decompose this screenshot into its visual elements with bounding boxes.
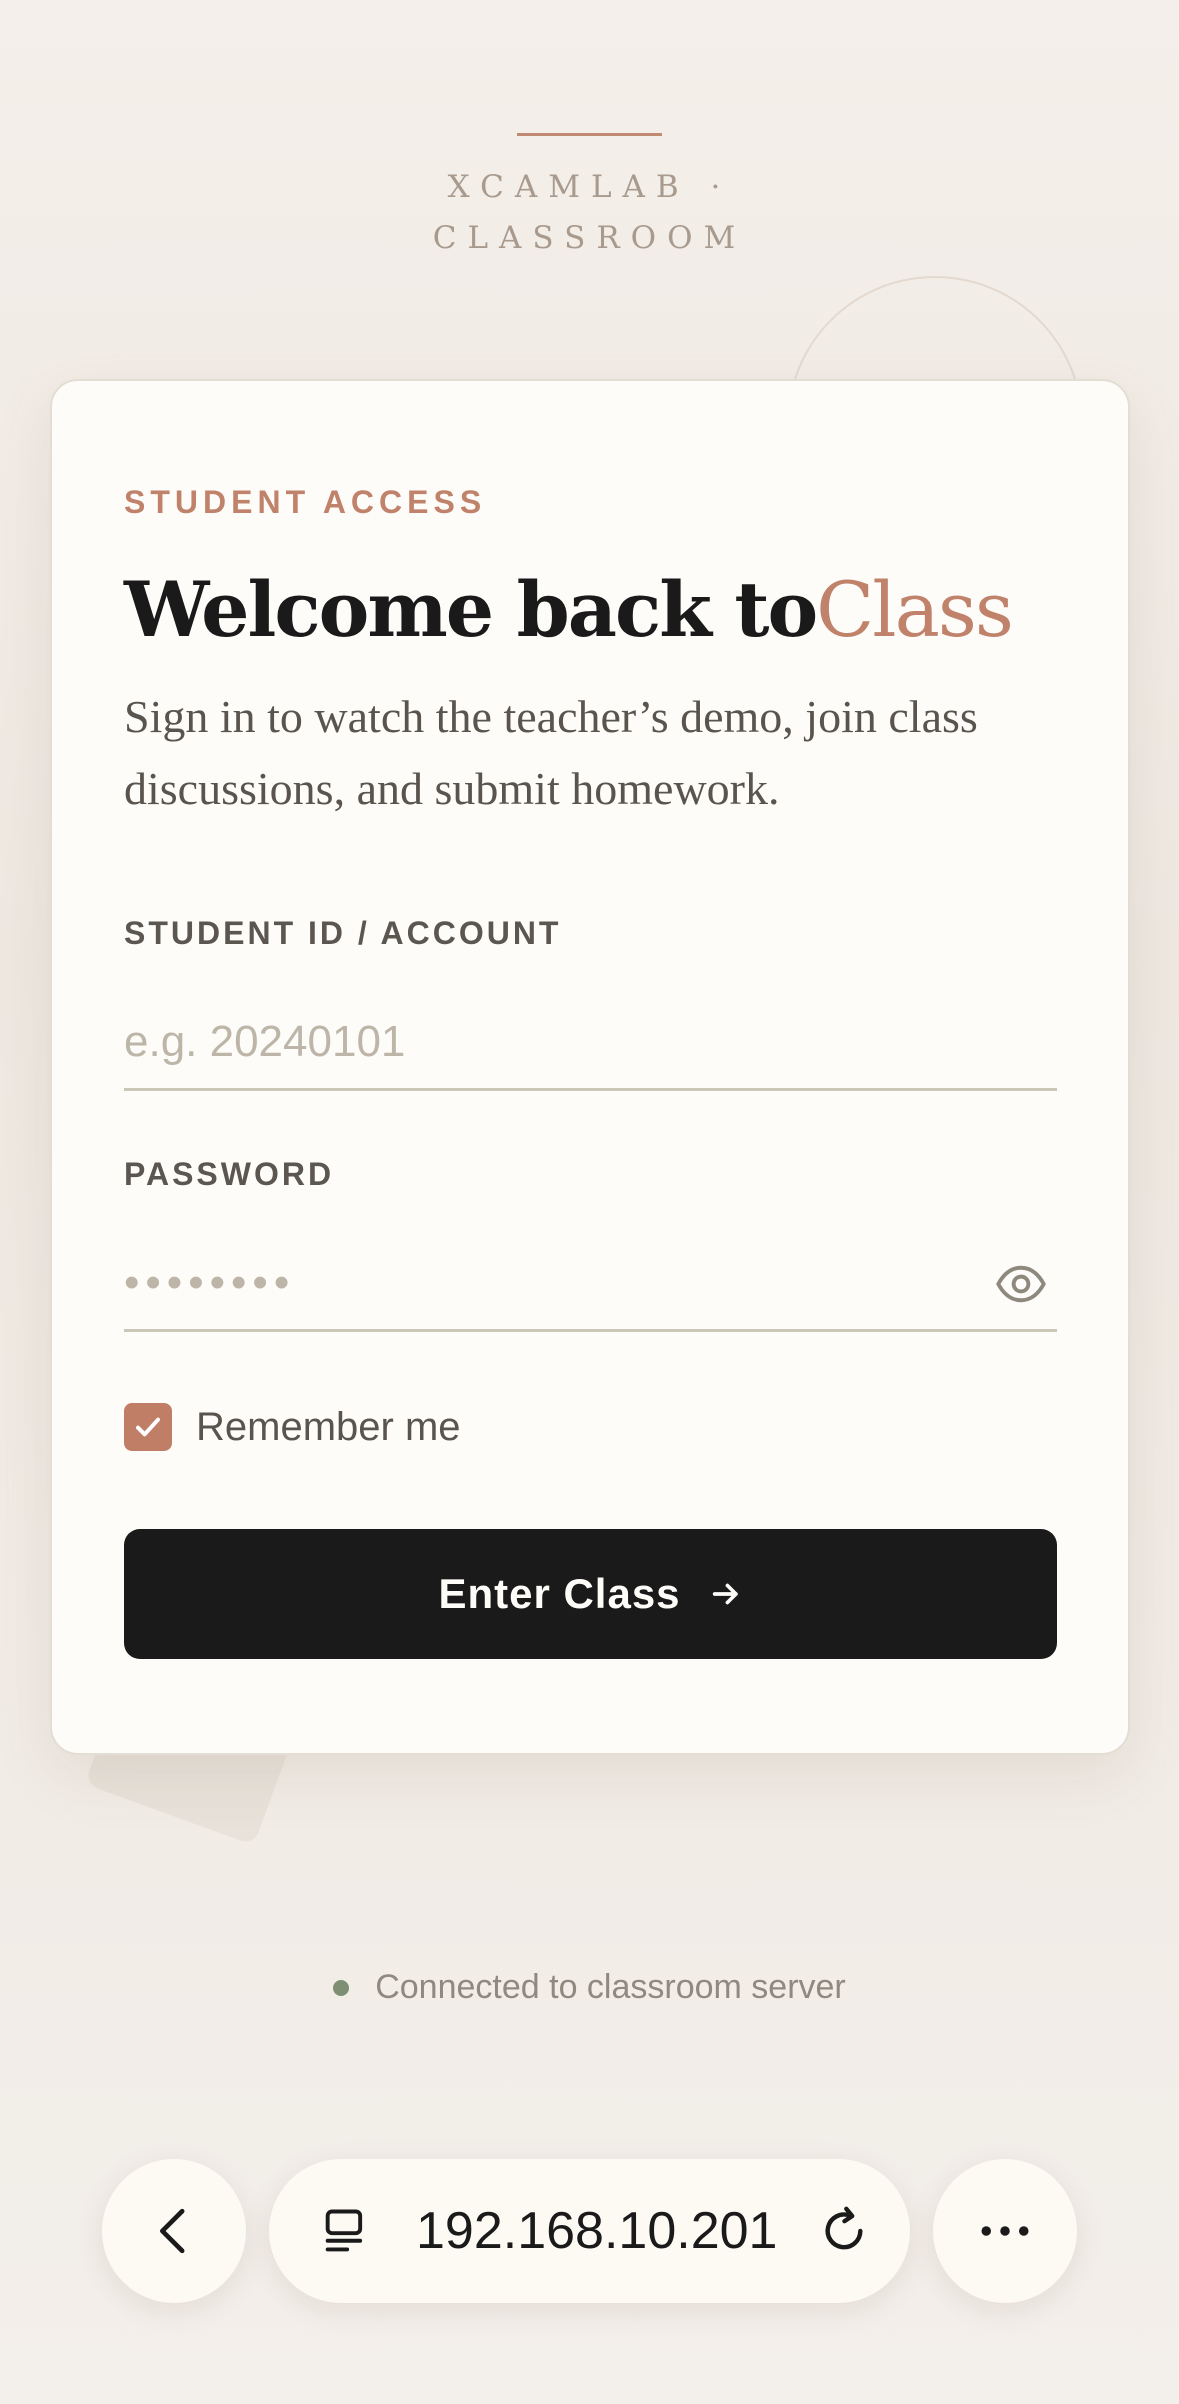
connection-status: Connected to classroom server [0, 1968, 1179, 2007]
checkbox-box[interactable] [124, 1403, 172, 1451]
more-button[interactable] [933, 2159, 1077, 2303]
enter-class-button[interactable]: Enter Class [124, 1529, 1057, 1659]
title-accent: Class [816, 565, 1014, 654]
title-main: Welcome back to [124, 565, 818, 654]
page-title: Welcome back toClass [124, 565, 1014, 654]
back-button[interactable] [102, 2159, 246, 2303]
tabs-icon[interactable] [319, 2205, 371, 2257]
url-text[interactable]: 192.168.10.201 [416, 2159, 777, 2303]
more-horizontal-icon [981, 2226, 1029, 2236]
password-input[interactable] [124, 1236, 1057, 1332]
brand-rule [517, 133, 662, 136]
check-icon [136, 1417, 160, 1437]
enter-class-label: Enter Class [438, 1570, 681, 1617]
remember-me-label: Remember me [196, 1404, 461, 1449]
brand-line-1: XCAMLAB · [447, 169, 732, 205]
remember-me-checkbox[interactable]: Remember me [124, 1403, 461, 1451]
student-id-input[interactable] [124, 995, 1057, 1091]
status-dot [333, 1979, 350, 1996]
address-bar[interactable]: 192.168.10.201 [269, 2159, 910, 2303]
page-subtitle: Sign in to watch the teacher’s demo, joi… [124, 691, 978, 814]
login-card: STUDENT ACCESS Welcome back toClass Sign… [50, 379, 1130, 1755]
eye-icon[interactable] [995, 1258, 1047, 1310]
brand-name: XCAMLAB · CLASSROOM [0, 162, 1179, 264]
password-label: PASSWORD [124, 1156, 335, 1192]
reload-icon[interactable] [816, 2203, 872, 2259]
eyebrow-label: STUDENT ACCESS [124, 484, 487, 520]
arrow-right-icon [712, 1583, 738, 1605]
student-id-label: STUDENT ID / ACCOUNT [124, 915, 562, 951]
status-text: Connected to classroom server [375, 1968, 846, 2006]
brand-line-2: CLASSROOM [432, 220, 747, 256]
chevron-left-icon [160, 2208, 185, 2254]
